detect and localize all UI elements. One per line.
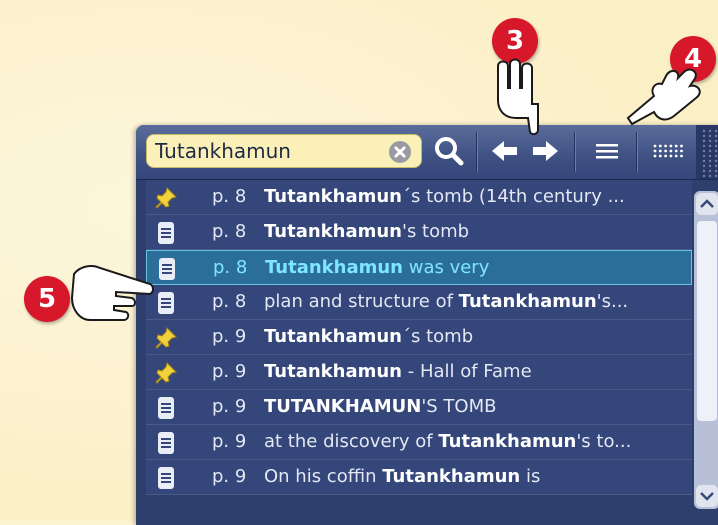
result-page: p. 9 — [212, 466, 247, 487]
result-text: On his coffin Tutankhamun is — [264, 466, 686, 487]
result-page: p. 9 — [212, 361, 247, 382]
document-icon — [154, 396, 178, 420]
chevron-down-icon — [700, 492, 714, 501]
panel-resize-grip[interactable] — [696, 125, 718, 179]
result-row[interactable]: p. 9 Tutankhamun - Hall of Fame — [146, 355, 692, 390]
clear-circle-x-icon[interactable] — [389, 141, 411, 163]
toolbar-divider — [476, 132, 477, 172]
list-lines-icon[interactable] — [592, 134, 622, 168]
search-input[interactable] — [155, 138, 375, 164]
callout-badge-5: 5 — [24, 276, 70, 322]
result-text: Tutankhamun - Hall of Fame — [264, 361, 686, 382]
search-toolbar — [136, 125, 718, 180]
search-results-panel: p. 8Tutankhamun´s tomb (14th century ...… — [136, 125, 718, 525]
result-page: p. 8 — [212, 291, 247, 312]
document-icon — [154, 221, 178, 245]
result-row[interactable]: p. 8 plan and structure of Tutankhamun's.… — [146, 285, 692, 320]
result-text: Tutankhamun was very — [265, 257, 687, 278]
result-match-term: Tutankhamun — [382, 466, 521, 487]
result-page: p. 8 — [213, 257, 248, 278]
result-text-prefix: at the discovery of — [264, 431, 439, 452]
document-icon — [154, 431, 178, 455]
result-row[interactable]: p. 9 On his coffin Tutankhamun is — [146, 460, 692, 495]
result-text: plan and structure of Tutankhamun's... — [264, 291, 686, 312]
result-match-term: Tutankhamun — [264, 186, 402, 207]
scroll-thumb[interactable] — [697, 221, 717, 421]
arrow-right-icon[interactable] — [530, 134, 560, 168]
document-icon — [154, 466, 178, 490]
pushpin-icon — [154, 186, 178, 210]
magnifier-search-icon[interactable] — [432, 134, 466, 168]
scroll-down-button[interactable] — [696, 485, 718, 507]
result-match-term: Tutankhamun — [264, 326, 402, 347]
result-text: at the discovery of Tutankhamun's to... — [264, 431, 686, 452]
result-page: p. 9 — [212, 326, 247, 347]
pushpin-icon — [154, 361, 178, 385]
result-row[interactable]: p. 9 at the discovery of Tutankhamun's to… — [146, 425, 692, 460]
result-page: p. 9 — [212, 396, 247, 417]
result-match-term: TUTANKHAMUN — [264, 396, 422, 417]
result-row[interactable]: p. 8 Tutankhamun was very — [146, 250, 692, 285]
document-icon — [154, 291, 178, 315]
result-text-suffix: 's to... — [576, 431, 632, 452]
pointing-hand-icon — [626, 68, 701, 126]
result-text-suffix: ´s tomb — [402, 326, 474, 347]
result-row[interactable]: p. 9 Tutankhamun´s tomb — [146, 320, 692, 355]
pushpin-icon — [154, 326, 178, 350]
scroll-up-button[interactable] — [696, 193, 718, 215]
results-list: p. 8 Tutankhamun´s tomb (14th century ...… — [136, 180, 692, 495]
pointing-hand-icon — [70, 265, 154, 321]
result-row[interactable]: p. 8 Tutankhamun's tomb — [146, 215, 692, 250]
toolbar-divider — [574, 132, 575, 172]
arrow-left-icon[interactable] — [490, 134, 520, 168]
result-match-term: Tutankhamun — [265, 257, 403, 278]
result-text-suffix: ´s tomb (14th century ... — [402, 186, 625, 207]
result-page: p. 9 — [212, 431, 247, 452]
result-text: Tutankhamun's tomb — [264, 221, 686, 242]
result-page: p. 8 — [212, 221, 247, 242]
search-box[interactable] — [146, 134, 422, 168]
result-match-term: Tutankhamun — [264, 361, 402, 382]
toolbar-divider — [636, 132, 637, 172]
result-text-suffix: - Hall of Fame — [402, 361, 532, 382]
result-text-suffix: 'S TOMB — [421, 396, 497, 417]
result-text-suffix: 's tomb — [402, 221, 470, 242]
result-match-term: Tutankhamun — [438, 431, 577, 452]
result-text: TUTANKHAMUN'S TOMB — [264, 396, 686, 417]
result-text-suffix: is — [520, 466, 541, 487]
dots-grid-icon[interactable] — [650, 134, 686, 168]
scrollbar[interactable] — [694, 191, 718, 509]
pointing-hand-icon — [497, 58, 539, 136]
result-text-prefix: plan and structure of — [264, 291, 459, 312]
chevron-up-icon — [700, 199, 714, 208]
result-text: Tutankhamun´s tomb (14th century ... — [264, 186, 686, 207]
document-icon — [155, 257, 179, 281]
result-text: Tutankhamun´s tomb — [264, 326, 686, 347]
result-text-suffix: 's... — [596, 291, 629, 312]
result-row[interactable]: p. 9 TUTANKHAMUN'S TOMB — [146, 390, 692, 425]
result-page: p. 8 — [212, 186, 247, 207]
result-row[interactable]: p. 8 Tutankhamun´s tomb (14th century ... — [146, 180, 692, 215]
result-text-prefix: On his coffin — [264, 466, 383, 487]
result-text-suffix: was very — [403, 257, 490, 278]
result-match-term: Tutankhamun — [458, 291, 597, 312]
result-match-term: Tutankhamun — [264, 221, 402, 242]
